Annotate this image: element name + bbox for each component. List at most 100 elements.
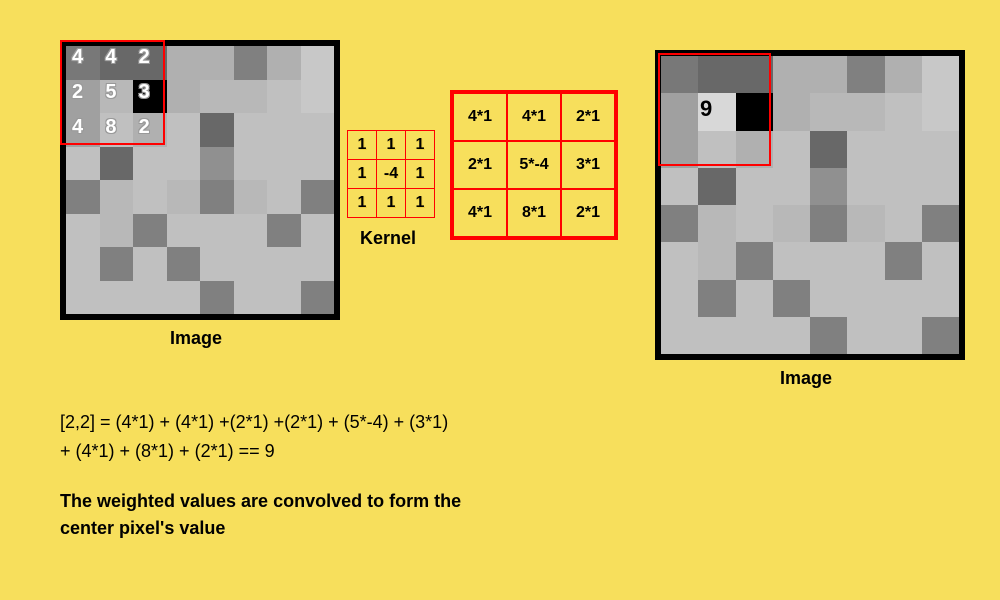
pixel <box>810 56 847 93</box>
pixel <box>847 168 884 205</box>
pixel <box>267 180 301 214</box>
pixel <box>736 93 773 130</box>
pixel <box>234 147 268 181</box>
pixel <box>133 180 167 214</box>
pixel <box>267 247 301 281</box>
pixel <box>773 280 810 317</box>
pixel <box>885 242 922 279</box>
pixel <box>301 46 335 80</box>
pixel <box>200 214 234 248</box>
pixel <box>661 93 698 130</box>
pixel <box>200 180 234 214</box>
pixel <box>133 214 167 248</box>
source-image <box>60 40 340 320</box>
pixel <box>267 214 301 248</box>
formula-line-2: + (4*1) + (8*1) + (2*1) == 9 <box>60 437 448 466</box>
pixel <box>661 205 698 242</box>
pixel <box>885 168 922 205</box>
pixel <box>234 247 268 281</box>
pixel <box>773 56 810 93</box>
kernel-cell: 1 <box>406 131 434 159</box>
pixel <box>267 46 301 80</box>
pixel <box>100 147 134 181</box>
pixel <box>810 168 847 205</box>
pixel <box>773 93 810 130</box>
pixel <box>885 93 922 130</box>
pixel <box>661 280 698 317</box>
pixel <box>698 168 735 205</box>
pixel <box>773 242 810 279</box>
pixel <box>885 280 922 317</box>
pixel <box>100 80 134 114</box>
pixel <box>133 247 167 281</box>
pixel <box>810 280 847 317</box>
pixel <box>66 147 100 181</box>
pixel <box>66 180 100 214</box>
pixel <box>200 80 234 114</box>
pixel <box>810 242 847 279</box>
pixel <box>66 247 100 281</box>
kernel-cell: 1 <box>377 189 405 217</box>
explanation-line-2: center pixel's value <box>60 515 461 542</box>
kernel-cell: 1 <box>406 160 434 188</box>
pixel <box>922 280 959 317</box>
pixel <box>234 180 268 214</box>
pixel <box>200 147 234 181</box>
pixel <box>773 317 810 354</box>
pixel <box>200 281 234 315</box>
pixel <box>167 180 201 214</box>
explanation-line-1: The weighted values are convolved to for… <box>60 488 461 515</box>
pixel <box>885 317 922 354</box>
pixel <box>661 168 698 205</box>
multiply-cell: 2*1 <box>562 190 614 236</box>
pixel <box>773 168 810 205</box>
formula-line-1: [2,2] = (4*1) + (4*1) +(2*1) +(2*1) + (5… <box>60 408 448 437</box>
pixel <box>847 93 884 130</box>
pixel <box>301 80 335 114</box>
pixel <box>133 147 167 181</box>
pixel <box>301 180 335 214</box>
kernel-cell: -4 <box>377 160 405 188</box>
pixel <box>100 46 134 80</box>
kernel-label: Kernel <box>360 228 416 249</box>
pixel <box>167 46 201 80</box>
source-image-label: Image <box>170 328 222 349</box>
formula-text: [2,2] = (4*1) + (4*1) +(2*1) +(2*1) + (5… <box>60 408 448 466</box>
pixel <box>810 205 847 242</box>
pixel <box>100 247 134 281</box>
pixel <box>736 205 773 242</box>
pixel <box>922 131 959 168</box>
pixel <box>847 205 884 242</box>
pixel <box>167 80 201 114</box>
pixel <box>200 247 234 281</box>
pixel <box>200 46 234 80</box>
pixel <box>922 93 959 130</box>
pixel <box>133 46 167 80</box>
pixel <box>698 242 735 279</box>
pixel <box>66 46 100 80</box>
pixel <box>736 242 773 279</box>
pixel <box>736 56 773 93</box>
multiply-grid: 4*14*12*12*15*-43*14*18*12*1 <box>450 90 618 240</box>
pixel <box>922 168 959 205</box>
kernel-cell: 1 <box>406 189 434 217</box>
pixel <box>810 131 847 168</box>
pixel <box>847 280 884 317</box>
pixel <box>773 205 810 242</box>
multiply-cell: 2*1 <box>454 142 506 188</box>
pixel <box>100 281 134 315</box>
pixel <box>167 247 201 281</box>
pixel <box>922 242 959 279</box>
pixel <box>885 56 922 93</box>
pixel <box>267 113 301 147</box>
pixel <box>267 80 301 114</box>
pixel <box>234 281 268 315</box>
pixel <box>66 281 100 315</box>
pixel <box>736 280 773 317</box>
multiply-cell: 3*1 <box>562 142 614 188</box>
pixel <box>301 113 335 147</box>
pixel <box>885 131 922 168</box>
pixel <box>167 113 201 147</box>
multiply-cell: 2*1 <box>562 94 614 140</box>
pixel <box>301 214 335 248</box>
